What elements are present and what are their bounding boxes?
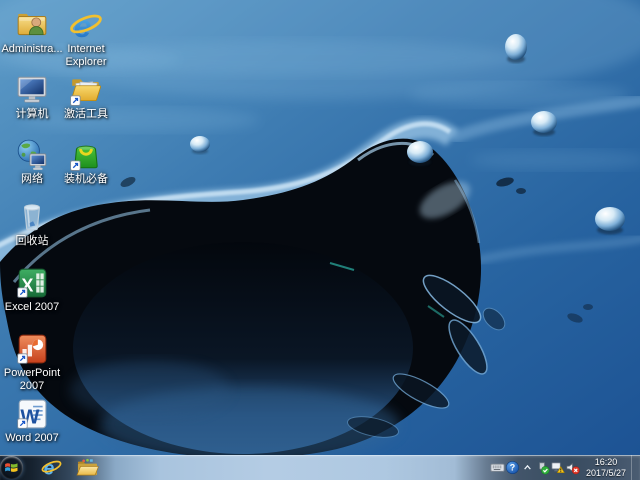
windows-explorer-folder-icon [76,458,99,476]
word-icon: W [17,399,47,429]
desktop-icon-powerpoint-2007[interactable]: PowerPoint 2007 [4,332,60,393]
icon-label: 装机必备 [64,173,108,185]
taskbar-internet-explorer-button[interactable]: e [37,455,65,480]
taskbar-clock[interactable]: 16:20 2017/5/27 [580,457,631,478]
desktop-icon-excel-2007[interactable]: X Excel 2007 [4,266,60,314]
green-check-icon [539,462,550,475]
icon-label: Internet Explorer [65,43,107,68]
internet-explorer-icon: e [70,8,102,42]
svg-text:e: e [74,8,92,42]
desktop-icon-essential-software[interactable]: 装机必备 [58,138,114,186]
taskbar: e ? 16:20 2017/5/27 [0,455,640,480]
desktop-icon-recycle-bin[interactable]: 回收站 [4,200,60,248]
show-desktop-button[interactable] [631,455,640,480]
icon-label: 回收站 [15,235,49,247]
powerpoint-icon [17,334,47,364]
desktop-icon-internet-explorer[interactable]: e Internet Explorer [58,8,114,69]
shortcut-arrow-badge [17,353,28,364]
open-folder-icon [70,79,102,106]
utility-green-check-icon[interactable] [535,455,550,480]
input-method-keyboard-icon[interactable] [490,455,505,480]
icon-label: Word 2007 [5,432,59,444]
speaker-mute-icon [566,462,580,475]
shortcut-arrow-badge [70,160,81,171]
keyboard-icon [490,463,505,472]
desktop-icon-computer[interactable]: 计算机 [4,73,60,121]
shortcut-arrow-badge [17,418,28,429]
clock-date: 2017/5/27 [585,467,626,478]
computer-monitor-icon [17,76,47,103]
shortcut-arrow-badge [70,95,81,106]
icon-label: 激活工具 [64,108,108,120]
windows-desktop-screen: Administra... e Internet Explorer 计算机 激活… [0,0,640,480]
help-question-icon[interactable]: ? [505,455,520,480]
start-button[interactable] [0,456,23,479]
system-tray: ? 16:20 2017/5/27 [490,455,631,480]
svg-text:?: ? [510,463,515,473]
icon-label: PowerPoint 2007 [3,367,61,392]
network-warning-icon [551,462,565,473]
icon-label: 计算机 [15,108,49,120]
desktop-icon-network[interactable]: 网络 [4,138,60,186]
volume-muted-icon[interactable] [565,455,580,480]
excel-icon: X [17,268,47,298]
shortcut-arrow-badge [17,287,28,298]
icon-label: Excel 2007 [4,301,60,313]
desktop-icon-activation-tools[interactable]: 激活工具 [58,73,114,121]
shopping-bag-icon [70,145,98,171]
internet-explorer-icon: e [41,459,61,478]
icon-label: Administra... [1,43,63,55]
network-globe-icon [17,139,47,170]
question-mark-icon: ? [505,461,519,474]
desktop-icon-administrator[interactable]: Administra... [1,8,63,56]
desktop-icon-word-2007[interactable]: W Word 2007 [4,397,60,445]
windows-logo-icon [5,463,18,472]
recycle-bin-icon [23,204,41,231]
desktop-background[interactable]: Administra... e Internet Explorer 计算机 激活… [0,0,640,455]
network-limited-icon[interactable] [550,455,565,480]
chevron-up-icon [524,464,531,470]
clock-time: 16:20 [594,457,618,467]
show-hidden-icons-button[interactable] [520,455,535,480]
user-folder-icon [17,13,47,36]
taskbar-windows-explorer-button[interactable] [73,455,101,480]
icon-label: 网络 [21,173,43,185]
